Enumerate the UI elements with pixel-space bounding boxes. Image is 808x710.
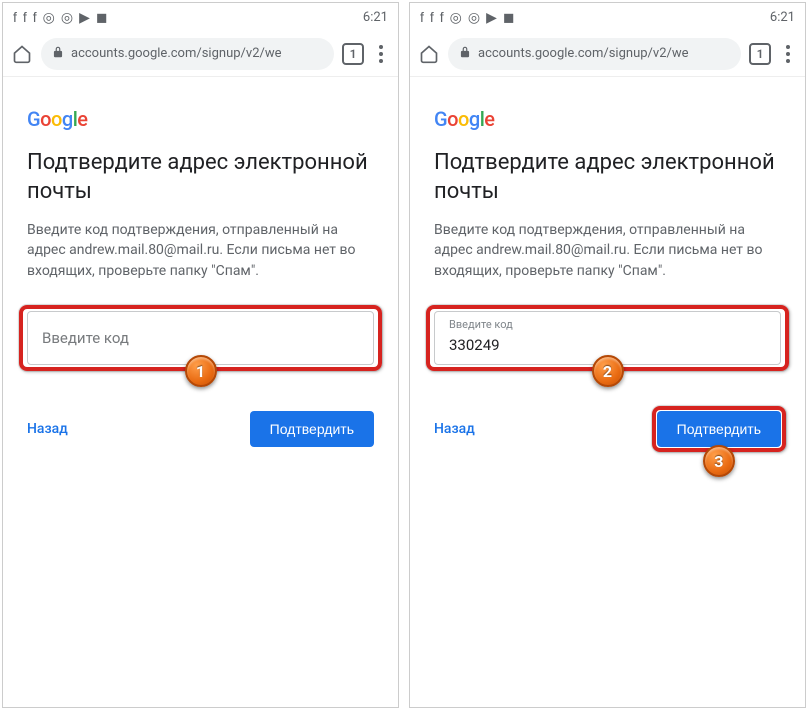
facebook-icon: f: [430, 9, 434, 26]
instagram-icon: ◎: [450, 9, 462, 26]
status-time: 6:21: [770, 10, 795, 25]
page-content: Google Подтвердите адрес электронной поч…: [410, 77, 805, 447]
actions-row: Назад Подтвердить 3: [434, 411, 781, 447]
code-input-label: Введите код: [449, 318, 513, 331]
back-link[interactable]: Назад: [27, 421, 68, 437]
callout-1: 1: [185, 355, 217, 387]
page-description: Введите код подтверждения, отправленный …: [434, 220, 781, 281]
browser-bar: accounts.google.com/signup/v2/we 1: [3, 31, 398, 77]
callout-3: 3: [703, 445, 735, 477]
code-input-value: 330249: [449, 336, 500, 354]
home-icon[interactable]: [11, 43, 33, 65]
confirm-button[interactable]: Подтвердить: [657, 411, 781, 447]
status-bar: f f f ◎ ◎ ▶ ◼ 6:21: [3, 3, 398, 31]
page-content: Google Подтвердите адрес электронной поч…: [3, 77, 398, 447]
confirm-button[interactable]: Подтвердить: [250, 411, 374, 447]
page-title: Подтвердите адрес электронной почты: [27, 149, 374, 206]
instagram-icon: ◎: [43, 9, 55, 26]
menu-icon[interactable]: [372, 45, 390, 63]
app-icon: ◼: [503, 9, 515, 26]
facebook-icon: f: [33, 9, 37, 26]
play-icon: ▶: [79, 9, 90, 26]
browser-bar: accounts.google.com/signup/v2/we 1: [410, 31, 805, 77]
instagram-icon: ◎: [61, 9, 73, 26]
phone-left: f f f ◎ ◎ ▶ ◼ 6:21 accounts.google.com/s…: [2, 2, 399, 708]
code-input-label: Введите код: [42, 329, 129, 347]
lock-icon: [51, 44, 65, 63]
url-text: accounts.google.com/signup/v2/we: [478, 46, 689, 61]
facebook-icon: f: [13, 9, 17, 26]
code-input-wrap: Введите код 330249 2: [434, 311, 781, 365]
status-bar: f f f ◎ ◎ ▶ ◼ 6:21: [410, 3, 805, 31]
url-text: accounts.google.com/signup/v2/we: [71, 46, 282, 61]
url-bar[interactable]: accounts.google.com/signup/v2/we: [41, 38, 334, 70]
page-description: Введите код подтверждения, отправленный …: [27, 220, 374, 281]
menu-icon[interactable]: [779, 45, 797, 63]
phone-right: f f f ◎ ◎ ▶ ◼ 6:21 accounts.google.com/s…: [409, 2, 806, 708]
back-link[interactable]: Назад: [434, 421, 475, 437]
facebook-icon: f: [23, 9, 27, 26]
facebook-icon: f: [440, 9, 444, 26]
facebook-icon: f: [420, 9, 424, 26]
actions-row: Назад Подтвердить: [27, 411, 374, 447]
tab-count[interactable]: 1: [342, 43, 364, 65]
google-logo: Google: [434, 107, 781, 131]
url-bar[interactable]: accounts.google.com/signup/v2/we: [448, 38, 741, 70]
play-icon: ▶: [486, 9, 497, 26]
status-time: 6:21: [363, 10, 388, 25]
page-title: Подтвердите адрес электронной почты: [434, 149, 781, 206]
status-icons: f f f ◎ ◎ ▶ ◼: [420, 9, 515, 26]
home-icon[interactable]: [418, 43, 440, 65]
status-icons: f f f ◎ ◎ ▶ ◼: [13, 9, 108, 26]
callout-2: 2: [592, 355, 624, 387]
lock-icon: [458, 44, 472, 63]
app-icon: ◼: [96, 9, 108, 26]
tab-count[interactable]: 1: [749, 43, 771, 65]
google-logo: Google: [27, 107, 374, 131]
code-input-wrap: Введите код 1: [27, 311, 374, 365]
instagram-icon: ◎: [468, 9, 480, 26]
